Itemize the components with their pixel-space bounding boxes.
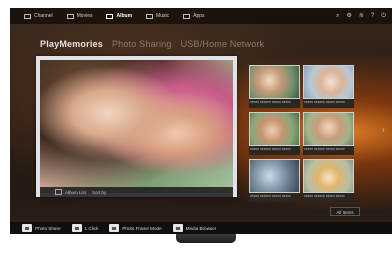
thumbnail-item[interactable]: xxxxx xxxxxx xxxxx xxxxx (249, 112, 300, 155)
photo-share-icon (22, 224, 32, 232)
menu-item-movies[interactable]: Movies (66, 13, 93, 19)
source-tabs: PlayMemories Photo Sharing USB/Home Netw… (40, 39, 273, 49)
menu-item-label: Movies (76, 13, 93, 19)
top-menu-bar: Channel Movies Album Music Apps ⌕ ⚙ ≋ ? … (10, 8, 392, 24)
album-icon (106, 13, 114, 19)
one-click-button[interactable]: 1 Click (71, 224, 99, 232)
media-browser-icon (172, 224, 183, 232)
bottom-item-label: 1 Click (84, 225, 99, 231)
menu-item-label: Music (156, 13, 170, 19)
menu-item-apps[interactable]: Apps (183, 13, 205, 19)
thumbnail-item[interactable]: xxxxx xxxxxx xxxxx xxxxx (303, 159, 354, 202)
thumbnail-image (303, 65, 354, 99)
thumbnail-image (249, 112, 300, 146)
media-browser-button[interactable]: Media Browser (172, 224, 217, 232)
thumbnail-label: xxxxx xxxxxx xxxxx xxxxx (304, 147, 345, 151)
photo-frame-mode-button[interactable]: Photo Frame Mode (109, 224, 162, 232)
menu-item-label: Apps (193, 13, 205, 19)
thumbnail-image (249, 65, 300, 99)
bottom-item-label: Photo Frame Mode (122, 225, 162, 231)
tab-playmemories[interactable]: PlayMemories (40, 39, 103, 49)
apps-icon (183, 13, 191, 19)
bottom-item-label: Media Browser (185, 225, 217, 231)
thumbnail-label: xxxxx xxxxxx xxxxx xxxxx (250, 194, 291, 198)
thumbnail-label: xxxxx xxxxxx xxxxx xxxxx (250, 100, 291, 104)
thumbnail-image (303, 159, 354, 193)
tv-display: Channel Movies Album Music Apps ⌕ ⚙ ≋ ? … (10, 8, 392, 234)
one-click-icon (71, 224, 82, 232)
thumbnail-image (249, 159, 300, 193)
thumbnail-item[interactable]: xxxxx xxxxxx xxxxx xxxxx (249, 65, 300, 108)
movies-icon (66, 13, 74, 19)
bottom-item-label: Photo Share (35, 225, 61, 231)
power-icon[interactable]: ⏻ (381, 12, 386, 20)
photo-frame-icon (109, 224, 120, 232)
thumbnail-label: xxxxx xxxxxx xxxxx xxxxx (250, 147, 291, 151)
featured-photo-frame[interactable]: Album List Sort by (36, 56, 237, 197)
photo-icon (55, 189, 62, 195)
help-icon[interactable]: ? (371, 12, 374, 20)
thumbnail-item[interactable]: xxxxx xxxxxx xxxxx xxxxx (303, 112, 354, 155)
wifi-icon: ≋ (358, 13, 364, 19)
thumbnail-item[interactable]: xxxxx xxxxxx xxxxx xxxxx (303, 65, 354, 108)
menu-item-label: Channel (34, 13, 53, 19)
bottom-action-bar: Photo Share 1 Click Photo Frame Mode Med… (10, 222, 392, 234)
menu-item-album[interactable]: Album (106, 13, 132, 19)
tv-stand (176, 234, 236, 243)
thumbnail-label: xxxxx xxxxxx xxxxx xxxxx (304, 100, 345, 104)
caption-secondary[interactable]: Sort by (92, 190, 106, 195)
featured-photo[interactable] (40, 60, 233, 193)
search-icon[interactable]: ⌕ (336, 12, 339, 20)
thumbnail-label: xxxxx xxxxxx xxxxx xxxxx (304, 194, 345, 198)
view-all-button[interactable]: All Items (330, 207, 360, 216)
channel-icon (24, 13, 31, 19)
photo-share-button[interactable]: Photo Share (22, 224, 61, 232)
status-icons: ⌕ ⚙ ≋ ? ⏻ (329, 12, 386, 20)
tab-usb-home-network[interactable]: USB/Home Network (181, 39, 265, 49)
chevron-right-icon[interactable]: › (382, 125, 385, 134)
thumbnail-item[interactable]: xxxxx xxxxxx xxxxx xxxxx (249, 159, 300, 202)
menu-item-music[interactable]: Music (146, 13, 169, 19)
menu-item-label: Album (116, 13, 133, 19)
music-icon (146, 13, 154, 19)
menu-item-channel[interactable]: Channel (24, 13, 53, 19)
thumbnail-image (303, 112, 354, 146)
caption-primary[interactable]: Album List (65, 190, 86, 195)
featured-caption-bar: Album List Sort by (40, 187, 233, 197)
tab-photo-sharing[interactable]: Photo Sharing (112, 39, 172, 49)
settings-icon[interactable]: ⚙ (346, 12, 351, 20)
